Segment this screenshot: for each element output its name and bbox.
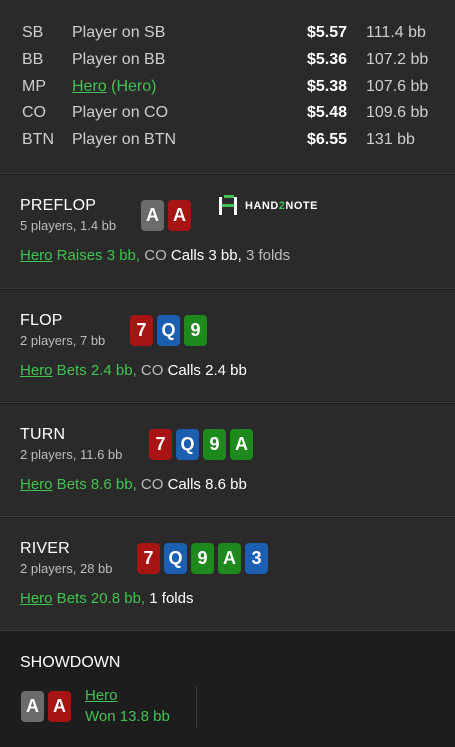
board-cards: 7 Q 9 xyxy=(130,315,207,346)
turn-section: TURN 2 players, 11.6 bb 7 Q 9 A Hero Bet… xyxy=(0,404,455,517)
players-panel: SB Player on SB $5.57 111.4 bb BB Player… xyxy=(0,0,455,174)
hero-link[interactable]: Hero xyxy=(20,476,53,493)
stack-bb: 107.6 bb xyxy=(366,78,429,95)
hero-link[interactable]: Hero xyxy=(20,362,53,379)
folds-count: 1 folds xyxy=(145,590,194,607)
card: Q xyxy=(164,543,187,574)
stack-bb: 131 bb xyxy=(366,131,415,148)
stack-amount: $5.36 xyxy=(307,51,348,68)
street-subtitle: 2 players, 28 bb xyxy=(20,561,113,576)
player-name: Player on CO xyxy=(72,104,169,121)
board-cards: 7 Q 9 A 3 xyxy=(137,543,268,574)
card: 7 xyxy=(130,315,153,346)
position-label: BTN xyxy=(22,131,54,148)
player-row-co: CO Player on CO $5.48 109.6 bb xyxy=(0,100,455,126)
card: 9 xyxy=(203,429,226,460)
position-label: BB xyxy=(22,51,44,68)
street-title: TURN xyxy=(20,426,66,443)
player-position: CO xyxy=(140,247,167,264)
player-row-sb: SB Player on SB $5.57 111.4 bb xyxy=(0,20,455,46)
stack-amount: $5.48 xyxy=(307,104,348,121)
player-name: Player on SB xyxy=(72,24,166,41)
street-subtitle: 2 players, 11.6 bb xyxy=(20,447,123,462)
hero-action: Bets 2.4 bb, xyxy=(52,362,137,379)
player-row-mp: MP Hero (Hero) $5.38 107.6 bb xyxy=(0,74,455,100)
position-label: MP xyxy=(22,78,46,95)
player-position: CO xyxy=(136,362,164,379)
card: 9 xyxy=(191,543,214,574)
hero-link[interactable]: Hero xyxy=(20,247,53,264)
street-actions: Hero Bets 20.8 bb, 1 folds xyxy=(20,590,193,607)
player-name: Player on BTN xyxy=(72,131,177,148)
stack-amount: $5.57 xyxy=(307,24,348,41)
card: A xyxy=(141,200,164,231)
player-action: Calls 8.6 bb xyxy=(163,476,247,493)
hero-tag: (Hero) xyxy=(106,78,157,95)
card: A xyxy=(230,429,253,460)
street-title: FLOP xyxy=(20,312,63,329)
stack-amount: $6.55 xyxy=(307,131,348,148)
card: 9 xyxy=(184,315,207,346)
street-title: RIVER xyxy=(20,540,70,557)
card: Q xyxy=(176,429,199,460)
card: A xyxy=(48,691,71,722)
board-cards: 7 Q 9 A xyxy=(149,429,253,460)
card: 3 xyxy=(245,543,268,574)
showdown-title: SHOWDOWN xyxy=(20,654,121,671)
divider xyxy=(196,686,197,728)
street-actions: Hero Raises 3 bb, CO Calls 3 bb, 3 folds xyxy=(20,247,290,264)
hero-player-name: Hero (Hero) xyxy=(72,74,156,100)
flop-section: FLOP 2 players, 7 bb 7 Q 9 Hero Bets 2.4… xyxy=(0,290,455,403)
logo-text: HAND2NOTE xyxy=(245,200,318,212)
winner-result: Won 13.8 bb xyxy=(85,708,170,725)
hero-action: Bets 20.8 bb, xyxy=(52,590,146,607)
card: 7 xyxy=(137,543,160,574)
card: A xyxy=(218,543,241,574)
street-actions: Hero Bets 8.6 bb, CO Calls 8.6 bb xyxy=(20,476,247,493)
hand2note-logo: HAND2NOTE xyxy=(217,195,318,217)
stack-bb: 111.4 bb xyxy=(366,24,426,41)
player-action: Calls 2.4 bb xyxy=(163,362,247,379)
street-actions: Hero Bets 2.4 bb, CO Calls 2.4 bb xyxy=(20,362,247,379)
winner-link[interactable]: Hero xyxy=(85,687,118,704)
river-section: RIVER 2 players, 28 bb 7 Q 9 A 3 Hero Be… xyxy=(0,518,455,631)
preflop-section: PREFLOP 5 players, 1.4 bb A A Hero Raise… xyxy=(0,175,455,289)
hand2note-logo-icon xyxy=(219,195,237,215)
position-label: CO xyxy=(22,104,46,121)
card: 7 xyxy=(149,429,172,460)
stack-amount: $5.38 xyxy=(307,78,348,95)
hero-link[interactable]: Hero xyxy=(72,78,107,95)
street-title: PREFLOP xyxy=(20,197,97,214)
stack-bb: 109.6 bb xyxy=(366,104,429,121)
stack-bb: 107.2 bb xyxy=(366,51,429,68)
player-row-bb: BB Player on BB $5.36 107.2 bb xyxy=(0,47,455,73)
player-position: CO xyxy=(136,476,164,493)
card: Q xyxy=(157,315,180,346)
card: A xyxy=(168,200,191,231)
player-row-btn: BTN Player on BTN $6.55 131 bb xyxy=(0,127,455,153)
street-subtitle: 5 players, 1.4 bb xyxy=(20,218,117,233)
position-label: SB xyxy=(22,24,44,41)
hero-action: Raises 3 bb, xyxy=(52,247,141,264)
winner-cards: A A xyxy=(21,691,71,722)
folds-count: 3 folds xyxy=(241,247,291,264)
street-subtitle: 2 players, 7 bb xyxy=(20,333,106,348)
player-name: Player on BB xyxy=(72,51,166,68)
hero-action: Bets 8.6 bb, xyxy=(52,476,137,493)
hole-cards: A A xyxy=(141,200,191,231)
card: A xyxy=(21,691,44,722)
player-action: Calls 3 bb, xyxy=(166,247,242,264)
hero-link[interactable]: Hero xyxy=(20,590,53,607)
